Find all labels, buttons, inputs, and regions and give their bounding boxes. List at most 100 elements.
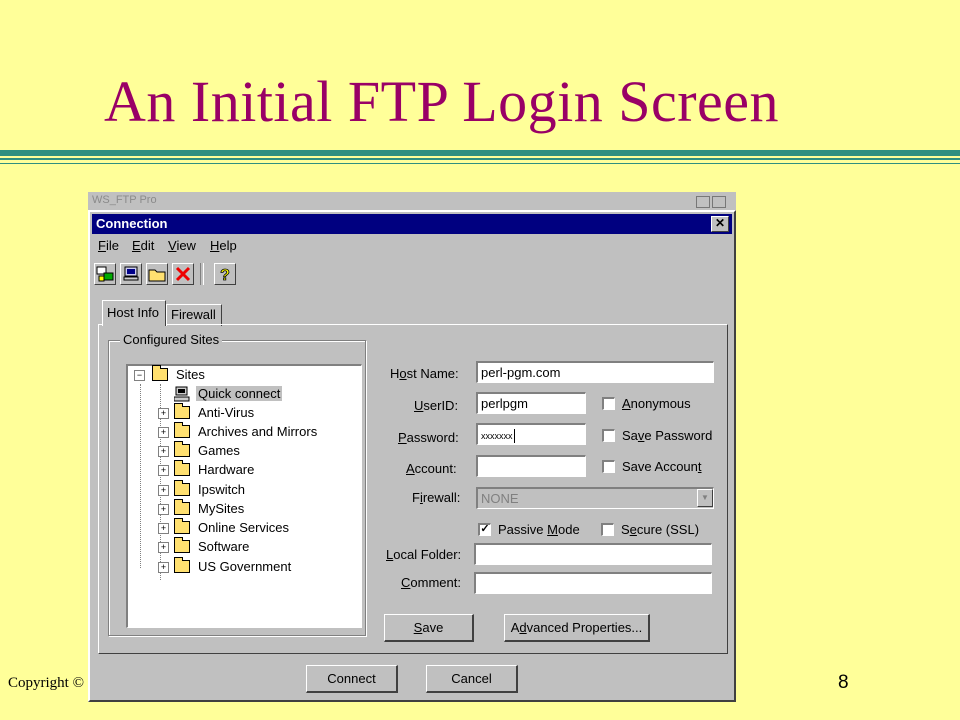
label-part: H (390, 366, 400, 381)
folder-icon (174, 499, 190, 515)
menu-file-mnemonic: F (98, 238, 106, 253)
label-mnemonic: t (697, 459, 702, 474)
folder-icon (174, 537, 190, 553)
chevron-down-icon: ▼ (697, 489, 713, 507)
menu-help-label: elp (219, 238, 237, 253)
label-part: F (412, 490, 420, 505)
account-label: Account: (406, 461, 457, 476)
label-part: omment: (410, 575, 461, 590)
open-folder-icon (152, 365, 168, 381)
label-part: S (621, 522, 630, 537)
folder-icon (174, 403, 190, 419)
expand-icon[interactable]: + (158, 465, 169, 476)
secure-ssl-checkbox[interactable] (601, 523, 614, 536)
dialog-titlebar[interactable]: Connection ✕ (92, 214, 732, 234)
folder-icon (174, 422, 190, 438)
label-part: ccount: (414, 461, 457, 476)
password-input[interactable]: xxxxxxx (476, 423, 586, 445)
menu-help-mnemonic: H (210, 238, 220, 253)
background-window: WS_FTP Pro (88, 192, 736, 212)
label-mnemonic: A (622, 396, 631, 411)
computer-icon (174, 386, 190, 402)
comment-input[interactable] (474, 572, 712, 594)
title-rule (0, 150, 960, 156)
secure-ssl-label: Secure (SSL) (621, 522, 699, 537)
passive-mode-checkbox[interactable]: ✓ (478, 523, 491, 536)
tab-firewall[interactable]: Firewall (166, 304, 222, 326)
local-folder-input[interactable] (474, 543, 712, 565)
close-button[interactable]: ✕ (711, 216, 729, 232)
expand-icon[interactable]: + (158, 562, 169, 573)
sites-tree[interactable]: − Sites Quick connect + Anti-Virus + Arc… (126, 364, 362, 628)
help-icon: ? (220, 267, 231, 285)
new-site-icon (96, 266, 114, 282)
save-account-checkbox[interactable] (602, 460, 615, 473)
save-password-label: Save Password (622, 428, 712, 443)
expand-icon[interactable]: + (158, 504, 169, 515)
label-part: Sa (622, 428, 638, 443)
expand-icon[interactable]: + (158, 446, 169, 457)
anonymous-label: Anonymous (622, 396, 691, 411)
save-account-label: Save Account (622, 459, 702, 474)
tree-item-label: MySites (198, 501, 245, 516)
new-folder-button[interactable] (146, 263, 168, 285)
comment-label: Comment: (401, 575, 461, 590)
text-caret (513, 428, 515, 443)
label-part: Save Accoun (622, 459, 698, 474)
save-button[interactable]: Save (384, 614, 474, 642)
userid-input[interactable]: perlpgm (476, 392, 586, 414)
help-button[interactable]: ? (214, 263, 236, 285)
expand-icon[interactable]: + (158, 427, 169, 438)
label-part: e Password (644, 428, 713, 443)
menu-view[interactable]: View (168, 238, 196, 253)
new-site-button[interactable] (94, 263, 116, 285)
expand-icon[interactable]: + (158, 485, 169, 496)
anonymous-checkbox[interactable] (602, 397, 615, 410)
label-part: serID: (423, 398, 459, 413)
label-part: cure (SSL) (636, 522, 700, 537)
host-name-input[interactable]: perl-pgm.com (476, 361, 714, 383)
tree-item-label: Games (198, 443, 240, 458)
label-mnemonic: d (519, 620, 527, 635)
label-part: ode (557, 522, 580, 537)
menu-file-label: ile (105, 238, 119, 253)
tree-item-label: Anti-Virus (198, 405, 255, 420)
menu-edit[interactable]: Edit (132, 238, 154, 253)
userid-label: UserID: (414, 398, 458, 413)
menu-edit-mnemonic: E (132, 238, 141, 253)
connect-button[interactable]: Connect (306, 665, 398, 693)
collapse-icon[interactable]: − (134, 370, 145, 381)
label-part: st Name: (406, 366, 459, 381)
tab-host-info[interactable]: Host Info (102, 300, 166, 326)
label-part: ocal Folder: (393, 547, 462, 562)
label-mnemonic: M (547, 522, 558, 537)
menu-file[interactable]: File (98, 238, 119, 253)
password-label: Password: (398, 430, 459, 445)
connection-dialog: Connection ✕ File Edit View Help ? Host … (88, 210, 736, 702)
account-input[interactable] (476, 455, 586, 477)
label-mnemonic: U (414, 398, 424, 413)
title-rule-thin (0, 158, 960, 160)
expand-icon[interactable]: + (158, 523, 169, 534)
connect-button[interactable] (120, 263, 142, 285)
label-mnemonic: C (401, 575, 411, 590)
label-part: assword: (406, 430, 459, 445)
advanced-properties-button[interactable]: Advanced Properties... (504, 614, 650, 642)
configured-sites-label: Configured Sites (120, 332, 223, 347)
expand-icon[interactable]: + (158, 408, 169, 419)
tree-item-label: Quick connect (196, 386, 283, 401)
label-part: nonymous (630, 396, 691, 411)
expand-icon[interactable]: + (158, 542, 169, 553)
page-number: 8 (838, 672, 849, 693)
cancel-button[interactable]: Cancel (426, 665, 518, 693)
delete-button[interactable] (172, 263, 194, 285)
folder-icon (174, 557, 190, 573)
label-mnemonic: A (406, 461, 415, 476)
minimize-icon (696, 196, 710, 208)
label-part: ave (422, 620, 444, 635)
tree-item-label: Online Services (198, 520, 290, 535)
svg-text:?: ? (220, 267, 230, 284)
menu-view-label: iew (176, 238, 196, 253)
menu-help[interactable]: Help (210, 238, 237, 253)
save-password-checkbox[interactable] (602, 429, 615, 442)
